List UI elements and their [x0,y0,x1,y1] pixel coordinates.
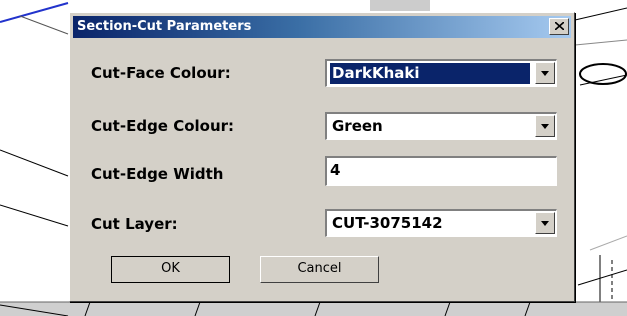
dialog-title: Section-Cut Parameters [77,19,252,34]
cut-layer-select[interactable]: CUT-3075142 [325,209,557,237]
close-button[interactable] [549,18,569,35]
cancel-button[interactable]: Cancel [260,256,379,283]
cut-face-colour-dropdown-button[interactable] [535,62,555,84]
cut-face-colour-select[interactable]: DarkKhaki [325,59,557,87]
title-bar[interactable]: Section-Cut Parameters [73,16,571,38]
cut-edge-colour-dropdown-button[interactable] [535,115,555,137]
cut-edge-width-input[interactable]: 4 [325,156,557,186]
cut-edge-colour-value: Green [332,117,383,135]
chevron-down-icon [541,71,549,76]
cut-edge-width-label: Cut-Edge Width [91,165,224,183]
cut-layer-value: CUT-3075142 [332,214,443,232]
close-icon [555,22,564,30]
cut-face-colour-label: Cut-Face Colour: [91,64,231,82]
cut-edge-colour-label: Cut-Edge Colour: [91,117,235,135]
chevron-down-icon [541,124,549,129]
cut-layer-dropdown-button[interactable] [535,212,555,234]
cut-face-colour-value: DarkKhaki [330,63,530,84]
section-cut-dialog: Section-Cut Parameters Cut-Face Colour: … [69,12,575,302]
ok-button[interactable]: OK [111,256,230,283]
cut-layer-label: Cut Layer: [91,215,178,233]
chevron-down-icon [541,221,549,226]
cut-edge-colour-select[interactable]: Green [325,112,557,140]
